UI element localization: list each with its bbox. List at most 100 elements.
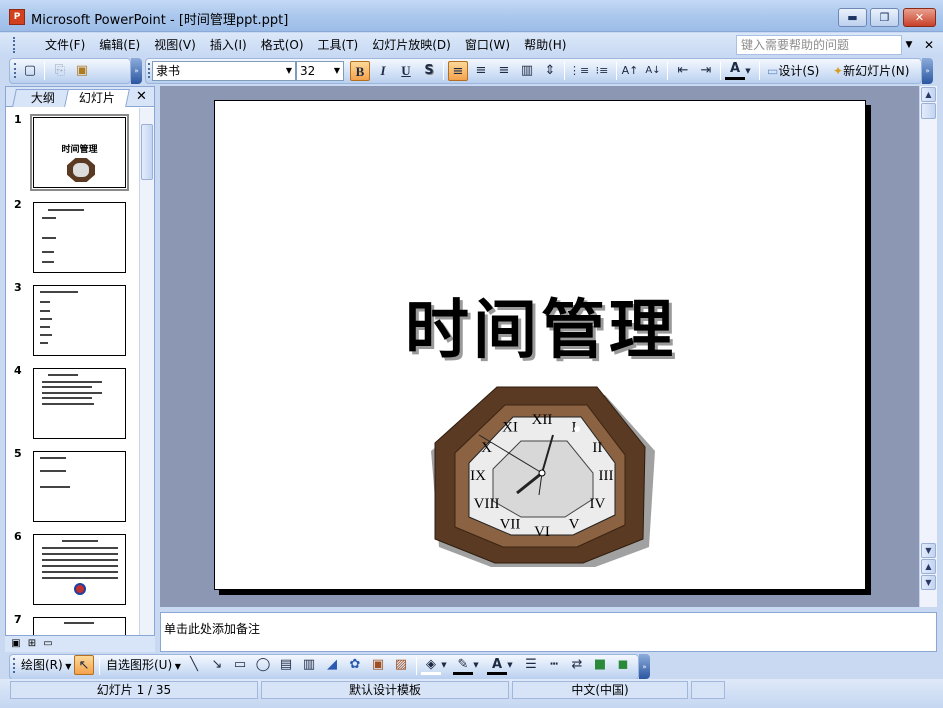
distribute-button[interactable]: ▥: [517, 61, 537, 81]
increase-indent-button[interactable]: ⇥: [696, 61, 716, 81]
menu-item[interactable]: 帮助(H): [517, 33, 573, 57]
autoshapes-menu-button[interactable]: 自选图形(U) ▼: [106, 655, 181, 675]
select-objects-icon[interactable]: ↖: [74, 655, 94, 675]
scroll-up-icon[interactable]: ▲: [921, 87, 936, 102]
menu-item[interactable]: 视图(V): [147, 33, 203, 57]
close-button[interactable]: ✕: [903, 8, 936, 27]
drawing-toolbar-chevron[interactable]: »: [639, 654, 650, 679]
line-style-icon[interactable]: ☰: [521, 655, 541, 675]
draw-menu-button[interactable]: 绘图(R) ▼: [21, 655, 71, 675]
tab-slides[interactable]: 幻灯片: [64, 89, 130, 107]
slide-sorter-view-icon[interactable]: ⊞: [25, 637, 39, 651]
font-color-button[interactable]: A: [725, 61, 745, 80]
slide-thumbnail[interactable]: 时间管理: [30, 114, 129, 191]
menu-item[interactable]: 格式(O): [254, 33, 311, 57]
3d-style-icon[interactable]: ◼: [613, 655, 633, 675]
design-button[interactable]: ▭设计(S): [767, 61, 819, 81]
shrink-font-button[interactable]: A↓: [643, 61, 663, 81]
line-spacing-button[interactable]: ⇕: [540, 61, 560, 81]
slide-thumbnail[interactable]: [33, 617, 126, 635]
thumbnail-scrollbar[interactable]: [139, 108, 154, 635]
clock-clipart[interactable]: XII IIIIIIIVVVIVIIVIIIIXXXI: [427, 377, 657, 567]
line-tool-icon[interactable]: ╲: [184, 655, 204, 675]
fill-color-dropdown-icon[interactable]: ▼: [439, 655, 449, 675]
slide-show-view-icon[interactable]: ▭: [41, 637, 55, 651]
standard-toolbar-grip[interactable]: [14, 63, 17, 78]
font-name-select[interactable]: 隶书 ▼: [152, 61, 296, 81]
clipart-icon[interactable]: ▣: [368, 655, 388, 675]
draw-font-color-icon[interactable]: A: [487, 655, 507, 675]
bullets-button[interactable]: ⁝≡: [592, 61, 612, 81]
thumbnail-text-line: [48, 374, 78, 376]
drawing-toolbar-grip[interactable]: [13, 658, 16, 673]
powerpoint-app-icon[interactable]: P: [9, 9, 25, 25]
bold-button[interactable]: B: [350, 61, 370, 81]
thumbnail-scroll-thumb[interactable]: [141, 124, 153, 180]
oval-tool-icon[interactable]: ◯: [253, 655, 273, 675]
formatting-toolbar-grip[interactable]: [148, 63, 151, 78]
pane-close-icon[interactable]: ✕: [136, 89, 147, 104]
formatting-toolbar-chevron[interactable]: »: [922, 58, 933, 84]
line-color-icon[interactable]: ✎: [453, 655, 473, 675]
decrease-indent-button[interactable]: ⇤: [673, 61, 693, 81]
align-center-button[interactable]: ≡: [471, 61, 491, 81]
shadow-style-icon[interactable]: ■: [590, 655, 610, 675]
diagram-icon[interactable]: ✿: [345, 655, 365, 675]
help-question-input[interactable]: 键入需要帮助的问题: [736, 35, 902, 55]
font-size-select[interactable]: 32 ▼: [296, 61, 344, 81]
slide-thumbnail[interactable]: [33, 202, 126, 273]
slide-thumbnail[interactable]: [33, 368, 126, 439]
insert-picture-icon[interactable]: ▨: [391, 655, 411, 675]
font-color-dropdown-icon[interactable]: ▼: [743, 61, 753, 81]
size-dropdown-icon[interactable]: ▼: [331, 62, 343, 80]
help-dropdown-icon[interactable]: ▼: [903, 35, 915, 55]
maximize-button[interactable]: ❐: [870, 8, 899, 27]
wordart-icon[interactable]: ◢: [322, 655, 342, 675]
slide-thumbnail[interactable]: [33, 451, 126, 522]
menu-item[interactable]: 窗口(W): [458, 33, 517, 57]
italic-button[interactable]: I: [373, 61, 393, 81]
arrow-style-icon[interactable]: ⇄: [567, 655, 587, 675]
dash-style-icon[interactable]: ┅: [544, 655, 564, 675]
slide-thumbnail[interactable]: [33, 534, 126, 605]
menu-item[interactable]: 文件(F): [38, 33, 92, 57]
paste-icon[interactable]: ▣: [72, 61, 92, 81]
align-right-button[interactable]: ≡: [494, 61, 514, 81]
menu-item[interactable]: 编辑(E): [92, 33, 147, 57]
previous-slide-icon[interactable]: ▲: [921, 559, 936, 574]
normal-view-icon[interactable]: ▣: [9, 637, 23, 651]
menu-item[interactable]: 工具(T): [311, 33, 366, 57]
new-document-icon[interactable]: ▢: [20, 61, 40, 81]
slide-thumbnail[interactable]: [33, 285, 126, 356]
powerpoint-window: P Microsoft PowerPoint - [时间管理ppt.ppt] ▬…: [0, 0, 943, 708]
copy-icon[interactable]: ⎘: [50, 61, 70, 81]
underline-button[interactable]: U: [396, 61, 416, 81]
arrow-tool-icon[interactable]: ↘: [207, 655, 227, 675]
notes-pane[interactable]: 单击此处添加备注: [160, 612, 937, 652]
minimize-button[interactable]: ▬: [838, 8, 867, 27]
toolbar-options-chevron[interactable]: »: [131, 58, 142, 84]
slide-vertical-scrollbar[interactable]: ▲ ▼ ▲ ▼: [919, 86, 937, 607]
new-slide-button[interactable]: ✦新幻灯片(N): [833, 61, 909, 81]
draw-font-color-dropdown-icon[interactable]: ▼: [505, 655, 515, 675]
menubar-grip[interactable]: [13, 37, 16, 53]
rectangle-tool-icon[interactable]: ▭: [230, 655, 250, 675]
scroll-down-icon[interactable]: ▼: [921, 543, 936, 558]
fill-color-icon[interactable]: ◈: [421, 655, 441, 675]
numbering-button[interactable]: ⋮≡: [569, 61, 589, 81]
next-slide-icon[interactable]: ▼: [921, 575, 936, 590]
vertical-textbox-icon[interactable]: ▥: [299, 655, 319, 675]
slide-scroll-thumb[interactable]: [921, 103, 936, 119]
shadow-button[interactable]: S: [419, 61, 439, 81]
current-slide[interactable]: 时间管理 XII I II III IV V VI VII VIII IX X XI: [214, 100, 866, 590]
notes-placeholder: 单击此处添加备注: [164, 622, 261, 636]
menu-item[interactable]: 插入(I): [203, 33, 254, 57]
menu-item[interactable]: 幻灯片放映(D): [365, 33, 458, 57]
line-color-dropdown-icon[interactable]: ▼: [471, 655, 481, 675]
grow-font-button[interactable]: A↑: [620, 61, 640, 81]
slide-title[interactable]: 时间管理: [215, 279, 867, 371]
align-left-button[interactable]: ≡: [448, 61, 468, 81]
textbox-tool-icon[interactable]: ▤: [276, 655, 296, 675]
font-dropdown-icon[interactable]: ▼: [283, 62, 295, 80]
document-close-button[interactable]: ✕: [922, 36, 936, 54]
